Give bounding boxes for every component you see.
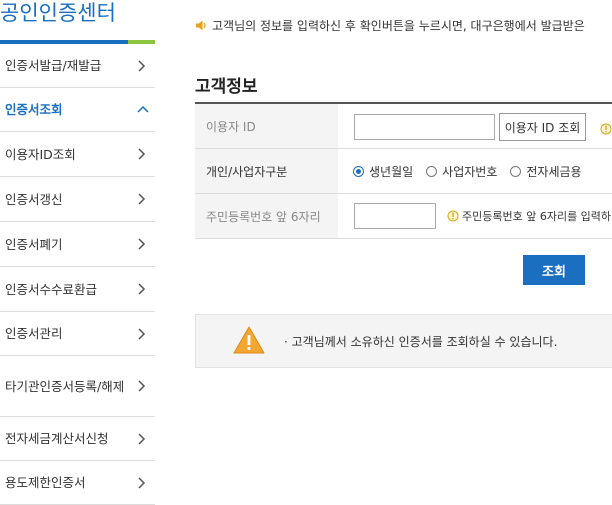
- resident-number-hint: 주민등록번호 앞 6자리를 입력하: [447, 194, 611, 238]
- sidebar-item-certificate-lookup[interactable]: 인증서조회: [0, 88, 155, 132]
- radio-birthdate[interactable]: 생년월일: [353, 163, 413, 180]
- customer-info-form: 이용자 ID 이용자 ID 조회 개인/사업자구분 생년월일 사업자번호 전자세…: [195, 102, 612, 239]
- resident-number-input[interactable]: [354, 203, 436, 229]
- warning-icon: [232, 325, 266, 355]
- section-title: 고객정보: [195, 77, 258, 97]
- sidebar-item-label: 타기관인증서등록/해제: [5, 378, 125, 394]
- chevron-right-icon: [137, 148, 147, 160]
- notice-text: 고객님의 정보를 입력하신 후 확인버튼을 누르시면, 대구은행에서 발급받은: [212, 19, 585, 33]
- sidebar-item-label: 이용자ID조회: [5, 146, 76, 162]
- sidebar-item-label: 인증서폐기: [5, 236, 63, 252]
- info-message: · 고객님께서 소유하신 인증서를 조회하실 수 있습니다.: [284, 334, 558, 349]
- sidebar-item-restricted-certificate[interactable]: 용도제한인증서: [0, 461, 155, 505]
- sidebar-item-certificate-issue[interactable]: 인증서발급/재발급: [0, 44, 155, 88]
- sidebar-item-certificate-renew[interactable]: 인증서갱신: [0, 177, 155, 222]
- speaker-icon: [195, 19, 208, 32]
- form-row-resident-number: 주민등록번호 앞 6자리 주민등록번호 앞 6자리를 입력하: [195, 194, 612, 239]
- radio-e-tax[interactable]: 전자세금용: [510, 163, 582, 180]
- chevron-right-icon: [137, 238, 147, 250]
- chevron-right-icon: [137, 283, 147, 295]
- user-id-label: 이용자 ID: [195, 104, 338, 148]
- radio-unchecked-icon: [426, 165, 438, 177]
- sidebar-item-e-tax-invoice[interactable]: 전자세금계산서신청: [0, 417, 155, 461]
- sidebar-item-fee-refund[interactable]: 인증서수수료환급: [0, 267, 155, 312]
- form-row-user-id: 이용자 ID 이용자 ID 조회: [195, 104, 612, 149]
- sidebar-item-other-register[interactable]: 타기관인증서등록/해제: [0, 356, 155, 417]
- sidebar-item-label: 인증서갱신: [5, 191, 63, 207]
- sidebar-item-label: 인증서조회: [5, 102, 63, 117]
- type-radio-group: 생년월일 사업자번호 전자세금용: [353, 149, 595, 193]
- hint-text: 주민등록번호 앞 6자리를 입력하: [462, 210, 612, 223]
- user-id-input[interactable]: [354, 114, 495, 140]
- sidebar-item-user-id-lookup[interactable]: 이용자ID조회: [0, 132, 155, 177]
- sidebar-item-label: 용도제한인증서: [5, 475, 86, 490]
- sidebar-item-label: 인증서관리: [5, 326, 63, 341]
- sidebar-item-certificate-revoke[interactable]: 인증서폐기: [0, 222, 155, 267]
- chevron-right-icon: [137, 432, 147, 445]
- sidebar-item-label: 전자세금계산서신청: [5, 431, 109, 446]
- info-icon: [447, 210, 459, 222]
- form-row-type: 개인/사업자구분 생년월일 사업자번호 전자세금용: [195, 149, 612, 194]
- notice-bar: 고객님의 정보를 입력하신 후 확인버튼을 누르시면, 대구은행에서 발급받은: [195, 17, 612, 34]
- sidebar-item-label: 인증서수수료환급: [5, 281, 98, 297]
- chevron-right-icon: [137, 380, 147, 392]
- user-id-lookup-button[interactable]: 이용자 ID 조회: [499, 113, 586, 141]
- radio-unchecked-icon: [510, 165, 522, 177]
- sidebar-title: 공인인증센터: [0, 1, 116, 25]
- radio-checked-icon: [353, 165, 364, 177]
- radio-label: 생년월일: [369, 164, 414, 179]
- chevron-right-icon: [137, 59, 147, 72]
- submit-button[interactable]: 조회: [523, 255, 585, 285]
- chevron-right-icon: [137, 327, 147, 340]
- chevron-right-icon: [137, 476, 147, 489]
- sidebar: 공인인증센터 인증서발급/재발급 인증서조회 이용자ID조회 인증서갱신 인증서…: [0, 0, 155, 505]
- resident-number-label: 주민등록번호 앞 6자리: [195, 194, 338, 238]
- info-icon: [600, 120, 612, 135]
- sidebar-item-label: 인증서발급/재발급: [5, 58, 102, 73]
- radio-business-number[interactable]: 사업자번호: [426, 163, 497, 180]
- radio-label: 전자세금용: [526, 164, 582, 179]
- info-box: · 고객님께서 소유하신 인증서를 조회하실 수 있습니다.: [195, 314, 612, 368]
- sidebar-menu: 인증서발급/재발급 인증서조회 이용자ID조회 인증서갱신 인증서폐기 인증서수…: [0, 44, 155, 505]
- radio-label: 사업자번호: [442, 164, 498, 179]
- sidebar-item-certificate-manage[interactable]: 인증서관리: [0, 312, 155, 356]
- chevron-up-icon: [137, 104, 149, 114]
- chevron-right-icon: [137, 193, 147, 205]
- type-label: 개인/사업자구분: [195, 149, 338, 193]
